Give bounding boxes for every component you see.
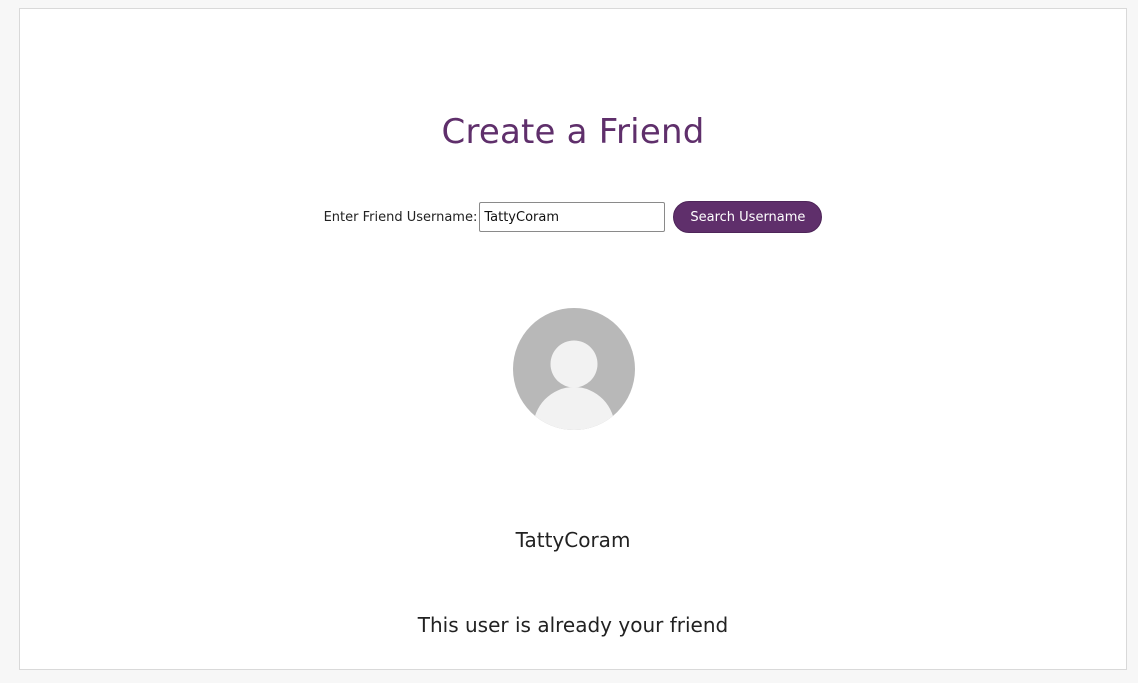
search-form: Enter Friend Username: Search Username (20, 201, 1126, 233)
user-avatar-icon (513, 308, 635, 430)
found-username: TattyCoram (515, 528, 631, 552)
username-search-input[interactable] (479, 202, 666, 232)
create-friend-card: Create a Friend Enter Friend Username: S… (19, 8, 1127, 670)
search-username-button[interactable]: Search Username (673, 201, 823, 233)
page-title: Create a Friend (441, 112, 705, 152)
username-field-label: Enter Friend Username: (323, 209, 478, 225)
friend-status-message: This user is already your friend (417, 613, 729, 637)
